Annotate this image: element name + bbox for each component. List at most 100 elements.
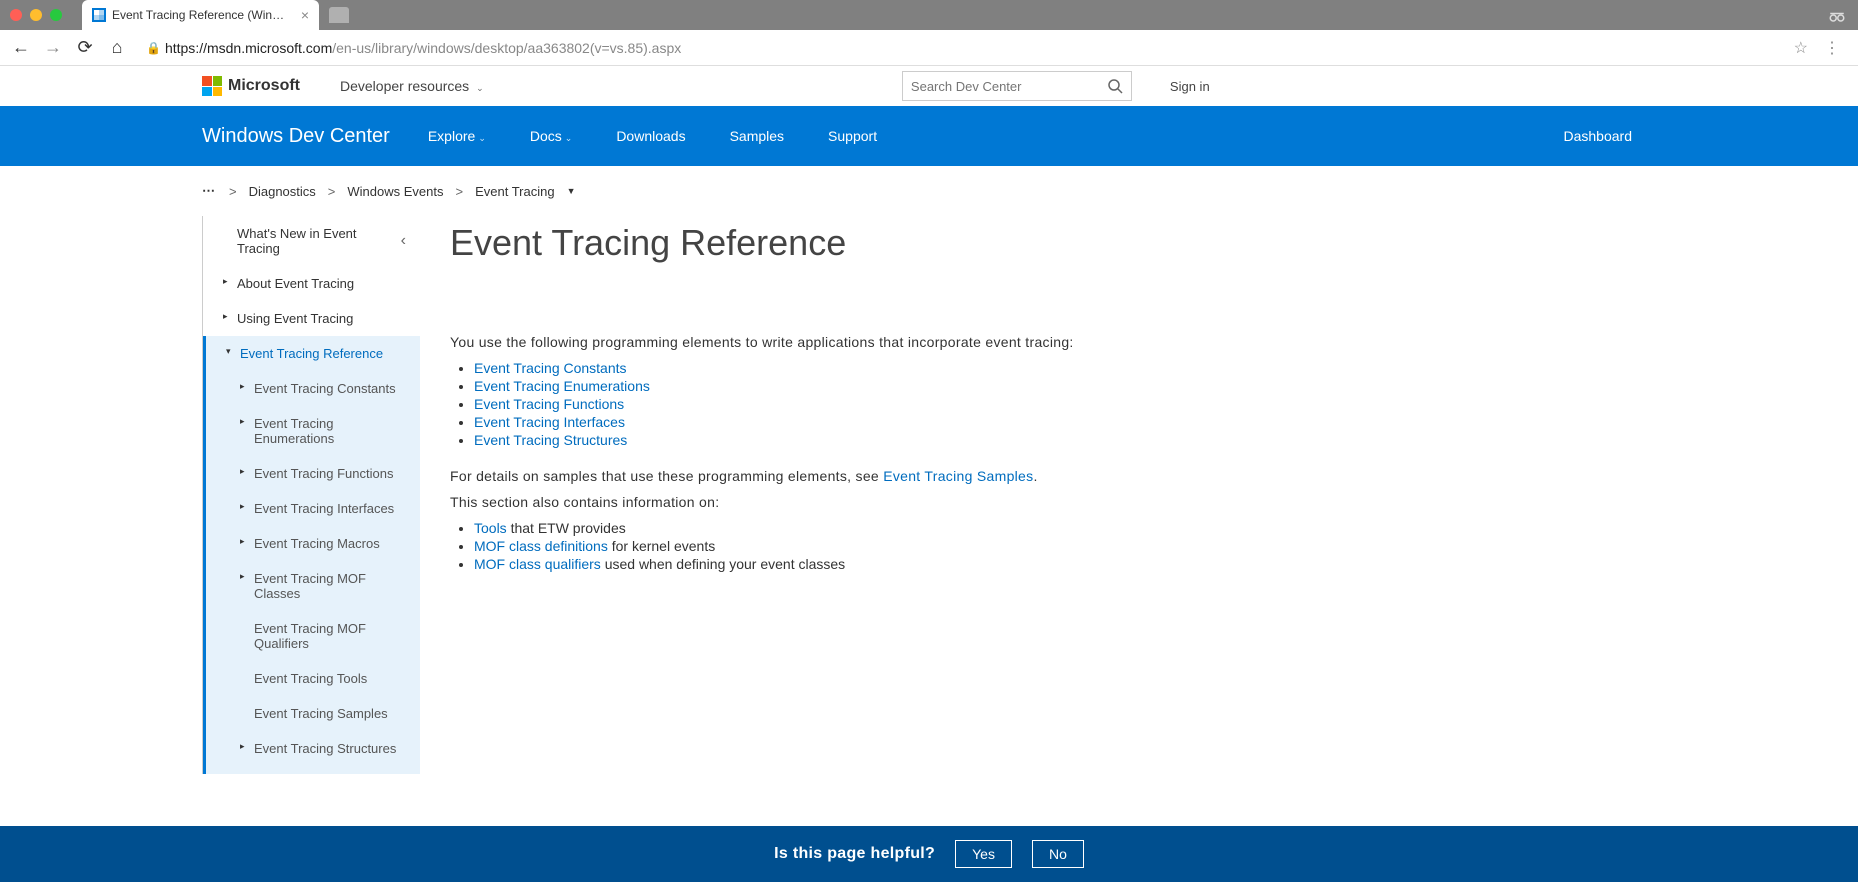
breadcrumb-separator: > [455,184,463,199]
nav-explore[interactable]: Explore⌄ [428,128,486,144]
bookmark-icon[interactable]: ☆ [1794,38,1808,58]
search-input[interactable] [911,79,1107,94]
link-structures[interactable]: Event Tracing Structures [474,432,627,448]
chevron-down-icon: ⌄ [565,133,573,143]
reload-button[interactable]: ⟳ [74,37,96,59]
page-title: Event Tracing Reference [450,222,1310,264]
breadcrumb-separator: > [328,184,336,199]
window-close-button[interactable] [10,9,22,21]
link-functions[interactable]: Event Tracing Functions [474,396,624,412]
collapse-sidebar-icon[interactable]: ‹ [401,232,410,250]
link-interfaces[interactable]: Event Tracing Interfaces [474,414,625,430]
sidebar-item-interfaces[interactable]: ▸Event Tracing Interfaces [206,491,420,526]
site-title[interactable]: Windows Dev Center [202,125,390,148]
chevron-down-icon: ⌄ [478,133,486,143]
feedback-bar: Is this page helpful? Yes No [0,826,1858,882]
forward-button[interactable]: → [42,37,64,59]
feedback-question: Is this page helpful? [774,845,935,863]
section-info-paragraph: This section also contains information o… [450,494,1310,510]
list-item: Tools that ETW provides [474,520,1310,536]
sidebar-item-reference[interactable]: ▾Event Tracing Reference [206,336,420,371]
link-enumerations[interactable]: Event Tracing Enumerations [474,378,650,394]
developer-resources-label: Developer resources [340,78,469,94]
triangle-right-icon: ▸ [240,416,245,427]
list-item: Event Tracing Constants [474,360,1310,376]
browser-toolbar: ← → ⟳ ⌂ 🔒 https://msdn.microsoft.com/en-… [0,30,1858,66]
traffic-lights [10,9,62,21]
feedback-no-button[interactable]: No [1032,840,1084,868]
link-samples[interactable]: Event Tracing Samples [883,468,1033,484]
sidebar-item-tools[interactable]: Event Tracing Tools [206,661,420,696]
tab-close-icon[interactable]: × [301,7,309,23]
chevron-down-icon[interactable]: ▼ [567,186,576,196]
list-item: Event Tracing Enumerations [474,378,1310,394]
sidebar-item-enumerations[interactable]: ▸Event Tracing Enumerations [206,406,420,456]
link-mof-definitions[interactable]: MOF class definitions [474,538,608,554]
home-button[interactable]: ⌂ [106,37,128,59]
triangle-right-icon: ▸ [240,381,245,392]
browser-tab[interactable]: Event Tracing Reference (Win… × [82,0,319,30]
new-tab-button[interactable] [329,7,349,23]
browser-menu-icon[interactable]: ⋮ [1824,38,1840,58]
breadcrumb-more-icon[interactable]: ⋯ [202,183,217,199]
triangle-down-icon: ▾ [226,346,231,357]
breadcrumb-item[interactable]: Event Tracing [475,184,555,199]
url-domain: ://msdn.microsoft.com [195,40,332,56]
triangle-right-icon: ▸ [240,501,245,512]
breadcrumb-separator: > [229,184,237,199]
ms-header: Microsoft Developer resources ⌄ Sign in [0,66,1858,106]
developer-resources-dropdown[interactable]: Developer resources ⌄ [340,78,484,94]
triangle-right-icon: ▸ [240,466,245,477]
link-mof-qualifiers[interactable]: MOF class qualifiers [474,556,601,572]
address-bar[interactable]: 🔒 https://msdn.microsoft.com/en-us/libra… [138,40,1786,56]
signin-link[interactable]: Sign in [1152,79,1440,94]
list-item: Event Tracing Structures [474,432,1310,448]
microsoft-logo-icon [202,76,222,96]
tab-title: Event Tracing Reference (Win… [112,8,284,22]
search-icon[interactable] [1107,78,1123,94]
feedback-yes-button[interactable]: Yes [955,840,1012,868]
link-constants[interactable]: Event Tracing Constants [474,360,627,376]
sidebar-item-samples[interactable]: Event Tracing Samples [206,696,420,731]
browser-tab-strip: Event Tracing Reference (Win… × [0,0,1858,30]
link-tools[interactable]: Tools [474,520,507,536]
list-item: Event Tracing Interfaces [474,414,1310,430]
sidebar-item-structures[interactable]: ▸Event Tracing Structures [206,731,420,766]
sidebar-item-using[interactable]: ▸Using Event Tracing [203,301,420,336]
sidebar-item-mof-qualifiers[interactable]: Event Tracing MOF Qualifiers [206,611,420,661]
tab-favicon-icon [92,8,106,22]
samples-paragraph: For details on samples that use these pr… [450,468,1310,484]
list-item: MOF class qualifiers used when defining … [474,556,1310,572]
window-minimize-button[interactable] [30,9,42,21]
triangle-right-icon: ▸ [240,571,245,582]
info-link-list: Tools that ETW provides MOF class defini… [474,520,1310,572]
triangle-right-icon: ▸ [240,536,245,547]
reference-link-list: Event Tracing Constants Event Tracing En… [474,360,1310,448]
triangle-right-icon: ▸ [240,741,245,752]
sidebar-item-functions[interactable]: ▸Event Tracing Functions [206,456,420,491]
article-content: Event Tracing Reference You use the foll… [420,216,1340,774]
nav-dashboard[interactable]: Dashboard [1564,128,1633,144]
list-item: Event Tracing Functions [474,396,1310,412]
url-path: /en-us/library/windows/desktop/aa363802(… [332,40,681,56]
search-box[interactable] [902,71,1132,101]
incognito-icon [1828,6,1846,24]
triangle-right-icon: ▸ [223,276,228,287]
nav-samples[interactable]: Samples [730,128,784,144]
intro-paragraph: You use the following programming elemen… [450,334,1310,350]
sidebar-item-whats-new[interactable]: What's New in Event Tracing ‹ [203,216,420,266]
sidebar-item-macros[interactable]: ▸Event Tracing Macros [206,526,420,561]
breadcrumb-item[interactable]: Diagnostics [249,184,316,199]
breadcrumb-item[interactable]: Windows Events [347,184,443,199]
nav-support[interactable]: Support [828,128,877,144]
nav-docs[interactable]: Docs⌄ [530,128,572,144]
sidebar-item-about[interactable]: ▸About Event Tracing [203,266,420,301]
microsoft-logo[interactable]: Microsoft [202,76,300,96]
sidebar-toc: What's New in Event Tracing ‹ ▸About Eve… [202,216,420,774]
nav-downloads[interactable]: Downloads [616,128,685,144]
back-button[interactable]: ← [10,37,32,59]
sidebar-item-mof-classes[interactable]: ▸Event Tracing MOF Classes [206,561,420,611]
breadcrumb: ⋯ > Diagnostics > Windows Events > Event… [0,166,1858,216]
sidebar-item-constants[interactable]: ▸Event Tracing Constants [206,371,420,406]
window-zoom-button[interactable] [50,9,62,21]
